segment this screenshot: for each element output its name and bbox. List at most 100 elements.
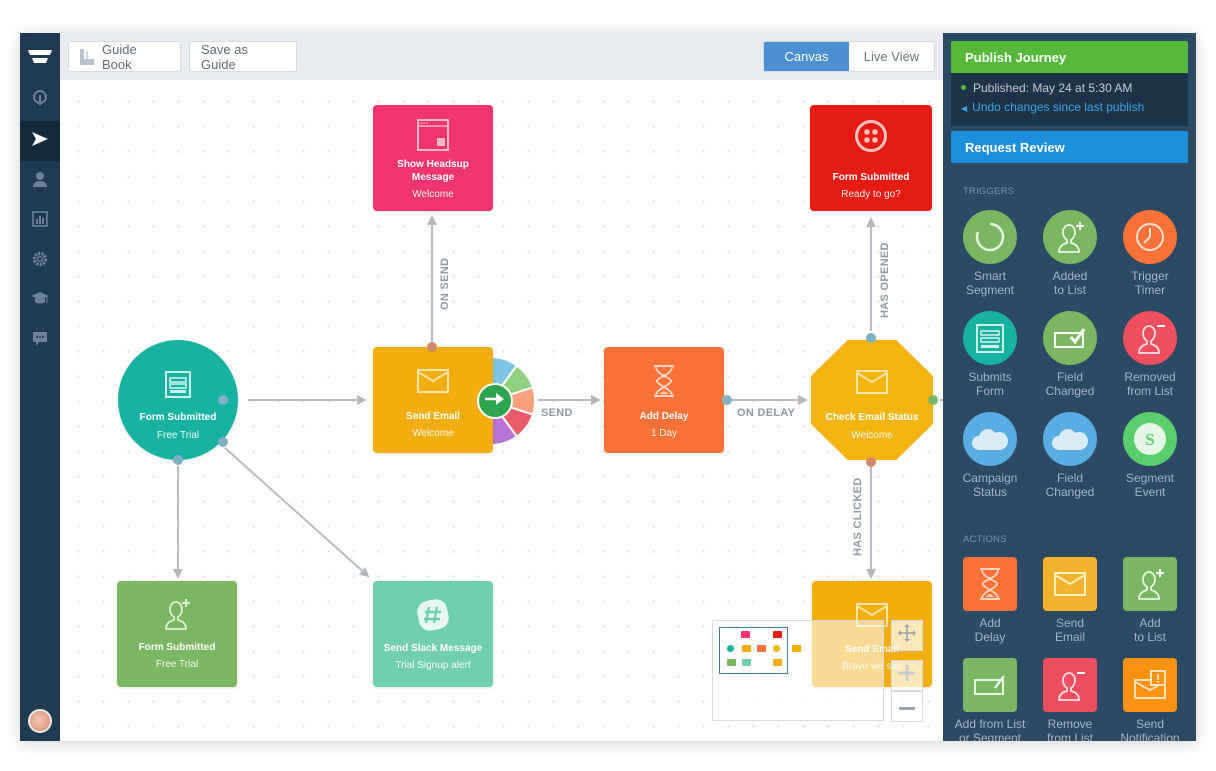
trigger-tile[interactable]: Field Changed xyxy=(1030,311,1110,398)
save-as-guide-button[interactable]: Save as Guide xyxy=(189,41,297,72)
node-subtitle: Welcome xyxy=(412,428,454,439)
pan-button[interactable] xyxy=(891,620,923,651)
action-tile[interactable]: Send Notification xyxy=(1110,658,1190,741)
label-line-2: Form xyxy=(976,384,1004,398)
node-form-submitted-twilio[interactable]: Form Submitted Ready to go? xyxy=(810,105,932,211)
connector-port[interactable] xyxy=(427,342,437,352)
graduation-cap-icon xyxy=(31,291,49,311)
notification-icon xyxy=(1133,670,1167,700)
canvas-tab[interactable]: Canvas xyxy=(764,42,849,71)
trigger-tile-badge xyxy=(1043,210,1097,264)
connector-port[interactable] xyxy=(173,455,183,465)
journey-canvas[interactable]: Guide Book Save as Guide Canvas Live Vie… xyxy=(60,33,943,741)
nav-contacts[interactable] xyxy=(20,161,60,201)
undo-changes-link[interactable]: ◀ Undo changes since last publish xyxy=(961,100,1144,114)
split-next-button[interactable] xyxy=(477,383,513,419)
action-tile[interactable]: Add to List xyxy=(1110,557,1190,644)
trigger-tile[interactable]: S Segment Event xyxy=(1110,412,1190,499)
label-line-1: Add from List xyxy=(954,717,1026,731)
label-line-1: Trigger xyxy=(1131,269,1169,283)
slack-icon xyxy=(373,599,493,635)
pin-icon xyxy=(32,89,48,113)
node-form-submitted-add-to-list[interactable]: Form Submitted Free Trial xyxy=(117,581,237,687)
label-line-1: Add xyxy=(1139,616,1161,630)
node-subtitle: Free Trial xyxy=(155,659,199,670)
trigger-tile[interactable]: Submits Form xyxy=(950,311,1030,398)
trigger-tile[interactable]: Added to List xyxy=(1030,210,1110,297)
node-send-slack-message[interactable]: Send Slack Message Trial Signup alert xyxy=(373,581,493,687)
user-minus-icon xyxy=(1053,668,1087,702)
action-tile-badge xyxy=(1123,658,1177,712)
node-add-delay[interactable]: Add Delay 1 Day xyxy=(604,347,724,453)
live-view-tab[interactable]: Live View xyxy=(849,42,934,71)
app-window: Guide Book Save as Guide Canvas Live Vie… xyxy=(20,33,1196,741)
envelope-icon xyxy=(1054,572,1086,596)
nav-chat[interactable] xyxy=(20,321,60,361)
trigger-tile-badge xyxy=(1123,311,1177,365)
minimap-node xyxy=(741,631,750,638)
user-avatar[interactable] xyxy=(28,709,52,733)
connector-port[interactable] xyxy=(218,395,228,405)
salesforce-cloud-icon xyxy=(971,426,1009,452)
connector-port[interactable] xyxy=(928,395,938,405)
envelope-icon xyxy=(811,370,933,406)
trigger-tile[interactable]: Trigger Timer xyxy=(1110,210,1190,297)
minus-icon xyxy=(899,698,915,716)
guide-book-button[interactable]: Guide Book xyxy=(68,41,181,72)
action-tile[interactable]: Send Email xyxy=(1030,557,1110,644)
label-line-2: from List xyxy=(1126,384,1173,398)
published-status: Published: May 24 at 5:30 AM xyxy=(961,81,1132,95)
connector-port[interactable] xyxy=(866,333,876,343)
node-send-email[interactable]: Send Email Welcome xyxy=(373,347,493,453)
minimap-node xyxy=(742,659,751,666)
trigger-tile-label: Removed from List xyxy=(1110,370,1190,398)
save-as-guide-label: Save as Guide xyxy=(201,41,248,72)
hourglass-icon xyxy=(604,365,724,401)
trigger-tile[interactable]: Campaign Status xyxy=(950,412,1030,499)
connector-port[interactable] xyxy=(722,395,732,405)
salesforce-cloud-icon xyxy=(1051,426,1089,452)
action-tile-label: Send Notification xyxy=(1110,717,1190,741)
logo-icon[interactable] xyxy=(20,43,60,71)
trigger-tile[interactable]: Smart Segment xyxy=(950,210,1030,297)
trigger-tile[interactable]: Field Changed xyxy=(1030,412,1110,499)
label-line-2: Delay xyxy=(974,630,1006,644)
left-nav xyxy=(20,33,60,741)
label-line-1: Smart xyxy=(973,269,1006,283)
nav-settings[interactable] xyxy=(20,241,60,281)
user-plus-icon xyxy=(1053,220,1087,254)
connector-port[interactable] xyxy=(866,457,876,467)
request-review-button[interactable]: Request Review xyxy=(951,131,1188,163)
trigger-tile-badge xyxy=(1123,210,1177,264)
node-subtitle: Ready to go? xyxy=(841,189,901,200)
label-line-1: Send xyxy=(1055,616,1085,630)
connector-port[interactable] xyxy=(218,437,228,447)
minimap-node xyxy=(773,631,782,638)
zoom-in-button[interactable] xyxy=(891,660,923,691)
node-check-email-status[interactable]: Check Email Status Welcome xyxy=(811,340,933,460)
caret-left-icon: ◀ xyxy=(961,104,968,113)
trigger-tile[interactable]: Removed from List xyxy=(1110,311,1190,398)
label-line-2: Event xyxy=(1134,485,1166,499)
nav-journeys-pin[interactable] xyxy=(20,81,60,121)
action-tile[interactable]: Add Delay xyxy=(950,557,1030,644)
status-dot xyxy=(961,85,966,91)
label-line-2: Segment xyxy=(965,283,1015,297)
zoom-out-button[interactable] xyxy=(891,691,923,722)
label-line-1: Added xyxy=(1052,269,1088,283)
minimap[interactable] xyxy=(712,620,884,721)
nav-send[interactable] xyxy=(20,121,60,161)
segment-s-icon: S xyxy=(1132,421,1168,457)
user-plus-icon xyxy=(1133,567,1167,601)
edge-trigger-to-slack xyxy=(224,447,370,578)
node-subtitle: Welcome xyxy=(851,430,893,441)
nav-reports[interactable] xyxy=(20,201,60,241)
nav-academy[interactable] xyxy=(20,281,60,321)
view-toggle: Canvas Live View xyxy=(763,41,935,72)
action-tile[interactable]: Add from List or Segment xyxy=(950,658,1030,741)
node-show-headsup-message[interactable]: Show Headsup Message Welcome xyxy=(373,105,493,211)
publish-journey-button[interactable]: Publish Journey xyxy=(951,41,1188,73)
label-line-1: Field xyxy=(1056,471,1083,485)
action-tile-label: Add Delay xyxy=(950,616,1030,644)
action-tile[interactable]: Remove from List xyxy=(1030,658,1110,741)
